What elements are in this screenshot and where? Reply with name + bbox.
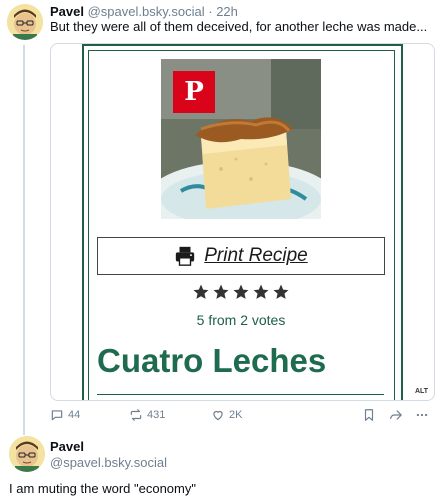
post-text: But they were all of them deceived, for … [50, 19, 428, 34]
reply-icon [51, 410, 63, 421]
star-icon[interactable] [232, 283, 250, 301]
rating-stars[interactable] [192, 283, 290, 301]
reply-author-handle[interactable]: @spavel.bsky.social [50, 455, 167, 470]
like-icon [213, 410, 223, 421]
avatar[interactable] [9, 436, 45, 472]
star-icon[interactable] [252, 283, 270, 301]
like-button[interactable]: 2K [211, 408, 242, 422]
like-count: 2K [229, 409, 243, 421]
avatar[interactable] [7, 4, 43, 40]
author-name[interactable]: Pavel [50, 439, 84, 454]
author-name[interactable]: Pavel [50, 4, 84, 19]
alt-badge[interactable]: ALT [413, 387, 431, 396]
share-button[interactable] [389, 408, 403, 422]
star-icon[interactable] [212, 283, 230, 301]
bookmark-icon [364, 409, 374, 421]
repost-count: 431 [147, 409, 166, 421]
print-recipe-button[interactable]: Print Recipe [97, 237, 385, 275]
author-handle[interactable]: @spavel.bsky.social [88, 4, 205, 19]
votes-text: 5 from 2 votes [196, 312, 286, 328]
star-icon[interactable] [192, 283, 210, 301]
time-separator: · [208, 4, 213, 19]
bookmark-button[interactable] [362, 408, 376, 422]
repost-button[interactable]: 431 [129, 408, 165, 422]
more-icon [416, 413, 428, 417]
reply-author-name[interactable]: Pavel [50, 439, 84, 455]
print-recipe-label: Print Recipe [204, 245, 308, 266]
repost-icon [130, 409, 142, 421]
pinterest-icon[interactable]: P [173, 71, 215, 113]
share-icon [390, 410, 402, 420]
post-time[interactable]: 22h [216, 4, 238, 19]
title-divider [97, 394, 384, 395]
star-icon[interactable] [272, 283, 290, 301]
recipe-title: Cuatro Leches [97, 342, 327, 379]
more-options-button[interactable] [415, 408, 429, 422]
reply-button[interactable]: 44 [50, 408, 80, 422]
printer-icon [176, 246, 195, 266]
post-author[interactable]: Pavel @spavel.bsky.social · 22h [50, 4, 238, 20]
image-embed[interactable]: P Print Recipe 5 from 2 votes Cuatro Lec… [50, 43, 435, 401]
thread-line [23, 45, 25, 435]
reply-text: I am muting the word "economy" [9, 481, 196, 496]
reply-count: 44 [68, 409, 81, 421]
